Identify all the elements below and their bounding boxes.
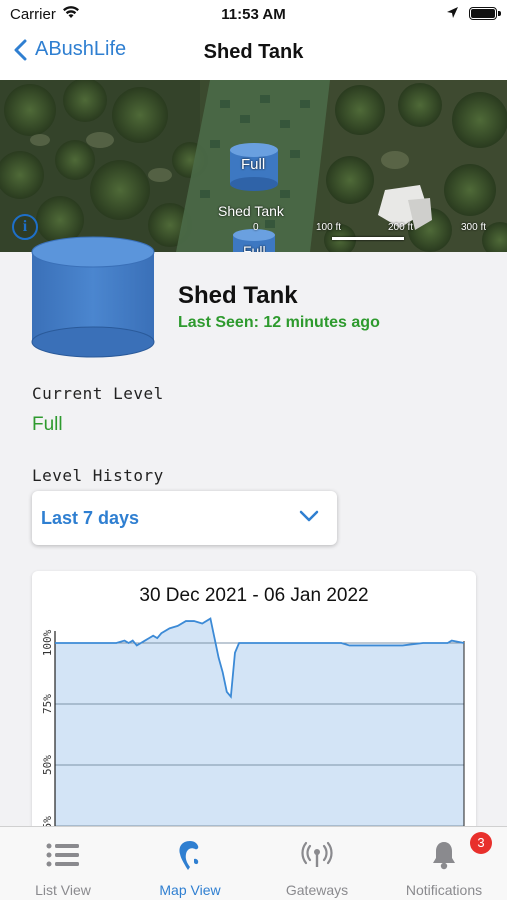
antenna-icon bbox=[301, 841, 333, 867]
tab-list-view[interactable]: List View bbox=[0, 827, 126, 900]
battery-icon bbox=[469, 7, 497, 20]
level-history-label: Level History bbox=[32, 466, 164, 485]
scale-label-200: 200 ft bbox=[388, 222, 414, 233]
last-seen-status: Last Seen: 12 minutes ago bbox=[178, 314, 380, 331]
history-range-dropdown[interactable]: Last 7 days bbox=[32, 491, 337, 545]
chart-tick-label: 100% bbox=[41, 629, 54, 656]
chevron-down-icon bbox=[299, 510, 319, 522]
status-bar: Carrier 11:53 AM bbox=[0, 0, 507, 28]
chart-tick-label: 50% bbox=[41, 755, 54, 775]
tab-bar: List View Map View Gateways Notification… bbox=[0, 826, 507, 900]
chart-tick-label: 75% bbox=[41, 694, 54, 714]
current-level-label: Current Level bbox=[32, 384, 164, 403]
tank-icon bbox=[31, 236, 155, 358]
current-level-value: Full bbox=[32, 414, 63, 435]
page-title: Shed Tank bbox=[203, 41, 304, 63]
navigation-bar: ABushLife Shed Tank bbox=[0, 28, 507, 80]
map-australia-icon bbox=[179, 841, 199, 870]
chart-title: 30 Dec 2021 - 06 Jan 2022 bbox=[139, 585, 369, 606]
tab-notifications-label: Notifications bbox=[405, 882, 483, 898]
satellite-map[interactable]: Full Shed Tank Full i 0 100 ft 200 ft 30… bbox=[0, 80, 507, 252]
history-range-value: Last 7 days bbox=[41, 508, 140, 528]
location-arrow-icon bbox=[447, 7, 458, 18]
tab-list-view-label: List View bbox=[35, 882, 91, 898]
scale-label-0: 0 bbox=[253, 222, 259, 233]
tab-gateways-label: Gateways bbox=[285, 882, 349, 898]
tab-map-view-label: Map View bbox=[159, 882, 221, 898]
scale-label-100: 100 ft bbox=[316, 222, 342, 233]
tab-gateways[interactable]: Gateways bbox=[254, 827, 380, 900]
list-icon bbox=[46, 843, 79, 867]
map-tank-level: Full bbox=[241, 156, 266, 173]
clock-time: 11:53 AM bbox=[221, 6, 286, 23]
scale-bar bbox=[332, 237, 404, 240]
tab-map-view[interactable]: Map View bbox=[127, 827, 253, 900]
scale-label-300: 300 ft bbox=[461, 222, 487, 233]
tank-name: Shed Tank bbox=[178, 282, 298, 309]
map-tank-level-2: Full bbox=[243, 243, 266, 252]
notifications-badge: 3 bbox=[470, 832, 492, 854]
map-tank-name: Shed Tank bbox=[218, 203, 284, 219]
bell-icon bbox=[433, 842, 455, 870]
